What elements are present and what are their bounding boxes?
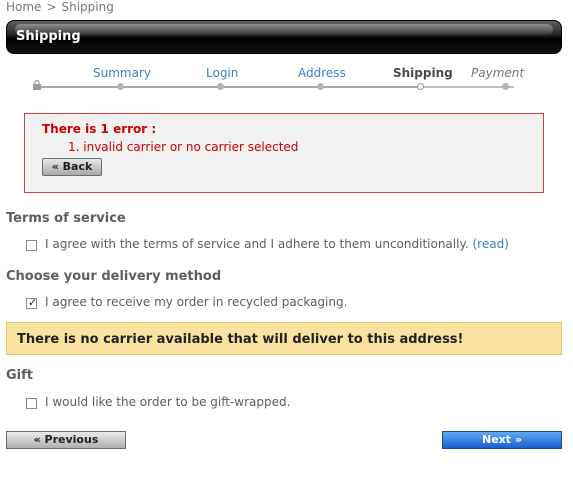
breadcrumb-separator: > — [46, 0, 57, 14]
next-button[interactable]: Next » — [442, 431, 562, 449]
step-dot-shipping — [417, 83, 424, 90]
breadcrumb: Home > Shipping — [6, 0, 114, 14]
page-header: Shipping — [6, 20, 562, 54]
recycled-label: I agree to receive my order in recycled … — [45, 295, 348, 309]
terms-label: I agree with the terms of service and I … — [45, 237, 509, 251]
gift-title: Gift — [6, 368, 33, 383]
checkmark-icon: ✓ — [28, 296, 38, 309]
header-gloss — [15, 24, 553, 35]
warning-text: There is no carrier available that will … — [17, 332, 464, 347]
step-payment: Payment — [471, 66, 525, 80]
terms-read-link[interactable]: (read) — [472, 237, 508, 251]
page-title: Shipping — [16, 29, 81, 44]
step-login[interactable]: Login — [206, 66, 238, 80]
steps-progress — [36, 86, 420, 88]
breadcrumb-current: Shipping — [61, 0, 114, 14]
no-carrier-warning: There is no carrier available that will … — [6, 322, 562, 355]
step-summary[interactable]: Summary — [93, 66, 151, 80]
breadcrumb-home-link[interactable]: Home — [6, 0, 41, 14]
step-dot-summary — [117, 83, 124, 90]
error-box: There is 1 error : 1. invalid carrier or… — [24, 113, 544, 193]
back-button[interactable]: « Back — [42, 158, 102, 176]
step-dot-login — [217, 83, 224, 90]
terms-checkbox[interactable] — [26, 240, 37, 251]
lock-icon — [33, 80, 41, 90]
step-shipping: Shipping — [393, 66, 453, 80]
previous-button[interactable]: « Previous — [6, 431, 126, 449]
step-dot-address — [317, 83, 324, 90]
recycled-checkbox[interactable]: ✓ — [26, 296, 38, 309]
gift-checkbox[interactable] — [26, 398, 37, 409]
checkout-steps: Summary Login Address Shipping Payment — [6, 60, 562, 94]
gift-label: I would like the order to be gift-wrappe… — [45, 395, 291, 409]
terms-title: Terms of service — [6, 211, 126, 226]
step-dot-payment — [502, 83, 509, 90]
delivery-title: Choose your delivery method — [6, 269, 222, 284]
terms-label-text: I agree with the terms of service and I … — [45, 237, 469, 251]
error-title: There is 1 error : — [42, 122, 157, 136]
error-item: 1. invalid carrier or no carrier selecte… — [68, 140, 299, 154]
step-address[interactable]: Address — [298, 66, 346, 80]
